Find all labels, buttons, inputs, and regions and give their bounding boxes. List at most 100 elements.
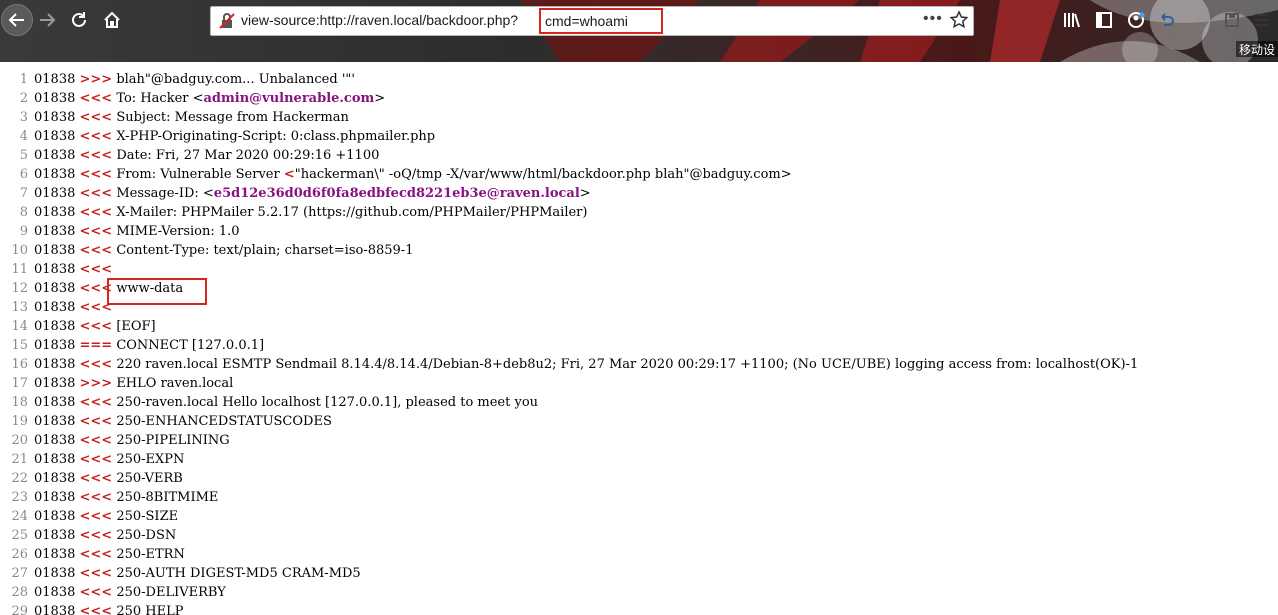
reload-button[interactable]: [67, 6, 91, 34]
direction-marker: <<<: [79, 585, 113, 600]
direction-marker: <<<: [79, 547, 113, 562]
line-number: 11: [11, 262, 28, 277]
line-text: X-Mailer: PHPMailer 5.2.17 (https://gith…: [112, 205, 588, 220]
process-id: 01838: [34, 167, 76, 182]
insecure-lock-icon: [219, 13, 235, 29]
source-line: 4 01838 <<< X-PHP-Originating-Script: 0:c…: [0, 127, 1278, 146]
line-text: 250-EXPN: [112, 452, 185, 467]
direction-marker: <<<: [79, 566, 113, 581]
process-id: 01838: [34, 604, 76, 615]
line-text: 250-DELIVERBY: [112, 585, 226, 600]
email-address: admin@vulnerable.com: [203, 91, 375, 106]
direction-marker: <<<: [79, 148, 113, 163]
line-number: 3: [19, 110, 28, 125]
line-number: 10: [11, 243, 28, 258]
back-button[interactable]: [1, 4, 33, 36]
line-text: 250-PIPELINING: [112, 433, 230, 448]
line-text: 250 HELP: [112, 604, 184, 615]
line-text: 250-ENHANCEDSTATUSCODES: [112, 414, 332, 429]
process-id: 01838: [34, 357, 76, 372]
line-number: 2: [19, 91, 28, 106]
home-icon: [104, 11, 120, 28]
line-text: [EOF]: [112, 319, 156, 334]
source-line: 13 01838 <<<: [0, 298, 1278, 317]
line-text: Date: Fri, 27 Mar 2020 00:29:16 +1100: [112, 148, 380, 163]
source-line: 3 01838 <<< Subject: Message from Hackerm…: [0, 108, 1278, 127]
source-line: 23 01838 <<< 250-8BITMIME: [0, 488, 1278, 507]
mobile-bookmarks-label[interactable]: 移动设: [1235, 41, 1278, 57]
url-query-text: cmd=whoami: [545, 13, 628, 29]
arrow-right-icon: [40, 13, 56, 27]
process-id: 01838: [34, 490, 76, 505]
browser-toolbar: view-source:http://raven.local/backdoor.…: [0, 0, 1278, 62]
process-id: 01838: [34, 414, 76, 429]
line-text-tail: >: [374, 91, 386, 106]
highlight-char: <: [283, 167, 295, 182]
line-text: 220 raven.local ESMTP Sendmail 8.14.4/8.…: [112, 357, 1139, 372]
process-id: 01838: [34, 91, 76, 106]
library-icon[interactable]: [1062, 10, 1082, 30]
source-line: 5 01838 <<< Date: Fri, 27 Mar 2020 00:29:…: [0, 146, 1278, 165]
forward-button[interactable]: [36, 6, 58, 34]
source-line: 18 01838 <<< 250-raven.local Hello localh…: [0, 393, 1278, 412]
line-number: 21: [11, 452, 28, 467]
process-id: 01838: [34, 110, 76, 125]
process-id: 01838: [34, 205, 76, 220]
line-number: 25: [11, 528, 28, 543]
source-line: 1 01838 >>> blah"@badguy.com... Unbalance…: [0, 70, 1278, 89]
home-button[interactable]: [100, 6, 124, 34]
direction-marker: <<<: [79, 509, 113, 524]
source-line: 22 01838 <<< 250-VERB: [0, 469, 1278, 488]
source-line: 9 01838 <<< MIME-Version: 1.0: [0, 222, 1278, 241]
address-bar[interactable]: view-source:http://raven.local/backdoor.…: [210, 6, 974, 36]
direction-marker: <<<: [79, 300, 113, 315]
direction-marker: <<<: [79, 129, 113, 144]
menu-icon[interactable]: [1252, 10, 1272, 30]
process-id: 01838: [34, 509, 76, 524]
line-number: 14: [11, 319, 28, 334]
process-id: 01838: [34, 528, 76, 543]
process-id: 01838: [34, 585, 76, 600]
line-number: 4: [19, 129, 28, 144]
process-id: 01838: [34, 452, 76, 467]
line-text: MIME-Version: 1.0: [112, 224, 240, 239]
line-number: 20: [11, 433, 28, 448]
line-text: 250-SIZE: [112, 509, 179, 524]
line-number: 7: [19, 186, 28, 201]
line-number: 16: [11, 357, 28, 372]
arrow-left-icon: [8, 13, 24, 27]
line-number: 29: [11, 604, 28, 615]
process-id: 01838: [34, 129, 76, 144]
source-line: 24 01838 <<< 250-SIZE: [0, 507, 1278, 526]
undo-icon[interactable]: [1156, 10, 1176, 30]
process-id: 01838: [34, 338, 76, 353]
line-text: 250-raven.local Hello localhost [127.0.0…: [112, 395, 539, 410]
save-page-icon[interactable]: [1222, 10, 1242, 30]
direction-marker: >>>: [79, 72, 113, 87]
process-id: 01838: [34, 319, 76, 334]
line-text-tail: >: [579, 186, 591, 201]
page-actions-more-button[interactable]: •••: [923, 10, 943, 28]
direction-marker: <<<: [79, 414, 113, 429]
process-id: 01838: [34, 566, 76, 581]
line-number: 8: [19, 205, 28, 220]
direction-marker: <<<: [79, 604, 113, 615]
line-number: 1: [19, 72, 28, 87]
account-icon[interactable]: [1126, 10, 1146, 30]
bookmark-star-icon[interactable]: [949, 10, 969, 30]
line-text: From: Vulnerable Server: [112, 167, 284, 182]
direction-marker: <<<: [79, 319, 113, 334]
reload-icon: [72, 12, 86, 27]
line-number: 19: [11, 414, 28, 429]
line-text: Message-ID: <: [112, 186, 214, 201]
line-text: 250-VERB: [112, 471, 183, 486]
line-number: 18: [11, 395, 28, 410]
line-text: X-PHP-Originating-Script: 0:class.phpmai…: [112, 129, 436, 144]
sidebar-icon[interactable]: [1094, 10, 1114, 30]
line-number: 9: [19, 224, 28, 239]
process-id: 01838: [34, 72, 76, 87]
direction-marker: <<<: [79, 110, 113, 125]
source-line: 20 01838 <<< 250-PIPELINING: [0, 431, 1278, 450]
line-text: Subject: Message from Hackerman: [112, 110, 349, 125]
line-number: 22: [11, 471, 28, 486]
